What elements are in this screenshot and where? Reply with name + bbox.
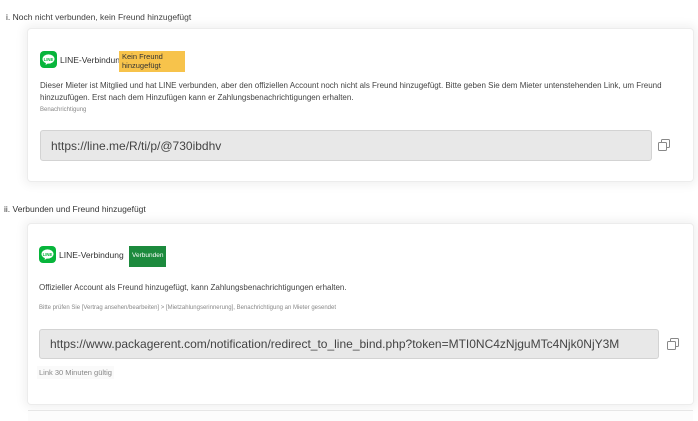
status-badge-not-friend: Kein Freund hinzugefügt xyxy=(119,51,185,72)
card-title: LINE-Verbindung xyxy=(60,54,125,65)
section-label-connected: ii. Verbunden und Freund hinzugefügt xyxy=(4,204,146,214)
card-title: LINE-Verbindung xyxy=(59,249,124,260)
status-badge-connected: Verbunden xyxy=(129,246,167,267)
card-header: LINE LINE-Verbindung xyxy=(39,246,124,263)
link-validity-hint: Link 30 Minuten gültig xyxy=(37,366,114,379)
card-description: Offizieller Account als Freund hinzugefü… xyxy=(39,283,347,292)
line-card-not-connected: LINE LINE-Verbindung Kein Freund hinzuge… xyxy=(28,29,693,181)
line-icon: LINE xyxy=(39,246,56,263)
card-header: LINE LINE-Verbindung xyxy=(40,51,125,68)
copy-icon[interactable] xyxy=(666,337,680,351)
notification-note: Benachrichtigung xyxy=(40,107,87,113)
line-icon: LINE xyxy=(40,51,57,68)
bind-link-url[interactable]: https://www.packagerent.com/notification… xyxy=(40,337,619,351)
section-label-not-connected: i. Noch nicht verbunden, kein Freund hin… xyxy=(6,12,192,22)
reminder-note: Bitte prüfen Sie [Vertrag ansehen/bearbe… xyxy=(39,305,337,311)
copy-icon[interactable] xyxy=(657,138,671,152)
svg-text:LINE: LINE xyxy=(43,252,53,257)
line-card-connected: LINE LINE-Verbindung Verbunden Offiziell… xyxy=(28,224,693,404)
svg-text:LINE: LINE xyxy=(44,57,54,62)
friend-link-url[interactable]: https://line.me/R/ti/p/@730ibdhv xyxy=(41,139,221,153)
bind-link-field[interactable]: https://www.packagerent.com/notification… xyxy=(39,329,659,359)
friend-link-field[interactable]: https://line.me/R/ti/p/@730ibdhv xyxy=(40,130,652,161)
card-description: Dieser Mieter ist Mitglied und hat LINE … xyxy=(40,81,662,102)
next-card-edge xyxy=(28,410,693,421)
